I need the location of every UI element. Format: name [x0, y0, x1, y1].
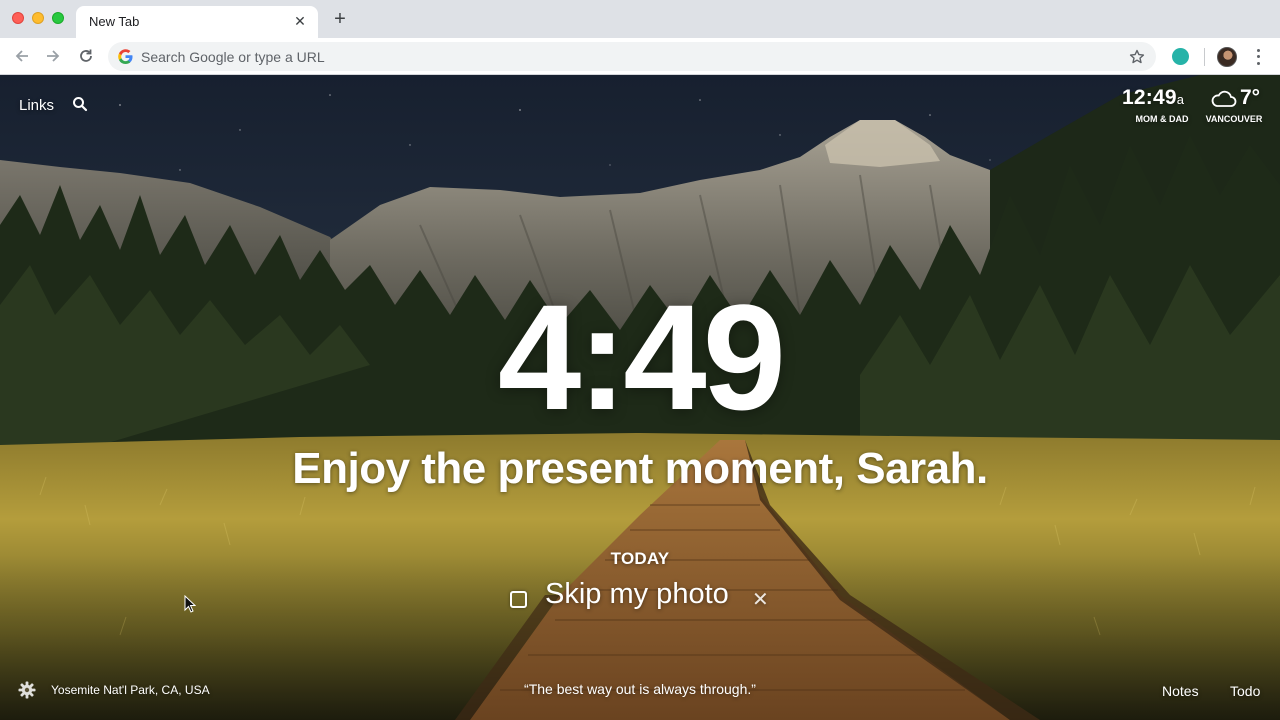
google-logo-icon	[118, 49, 133, 64]
browser-toolbar	[0, 38, 1280, 75]
world-clock-time: 12:49	[1122, 86, 1177, 109]
window-close-button[interactable]	[12, 12, 24, 24]
focus-task-text: Skip my photo	[545, 578, 729, 610]
focus-checkbox[interactable]	[510, 591, 527, 608]
tab-new-tab[interactable]: New Tab ✕	[76, 6, 318, 38]
notes-button[interactable]: Notes	[1162, 683, 1199, 699]
world-clock-label: MOM & DAD	[1135, 114, 1189, 124]
world-clock-ampm: a	[1176, 92, 1185, 107]
kebab-menu-icon[interactable]	[1252, 47, 1264, 67]
todo-button[interactable]: Todo	[1230, 683, 1260, 699]
weather-temperature[interactable]: 7°	[1240, 86, 1260, 110]
mouse-pointer-icon	[184, 595, 196, 613]
daily-quote[interactable]: “The best way out is always through.”	[0, 681, 1280, 697]
reload-icon[interactable]	[76, 46, 96, 66]
cloud-icon[interactable]	[1211, 90, 1237, 108]
toolbar-divider	[1204, 48, 1205, 66]
links-button[interactable]: Links	[19, 97, 54, 114]
search-icon[interactable]	[72, 96, 88, 112]
weather-location: VANCOUVER	[1205, 114, 1263, 124]
focus-heading: TODAY	[610, 549, 670, 568]
omnibox[interactable]	[108, 42, 1156, 71]
main-clock[interactable]: 4:49	[0, 282, 1280, 432]
delete-focus-icon[interactable]: ✕	[752, 590, 769, 610]
extension-icon[interactable]	[1172, 48, 1189, 65]
address-input[interactable]	[141, 42, 1101, 71]
star-icon[interactable]	[1128, 48, 1146, 66]
close-icon[interactable]: ✕	[292, 13, 308, 29]
greeting-text: Enjoy the present moment, Sarah.	[292, 444, 988, 493]
window-maximize-button[interactable]	[52, 12, 64, 24]
window-minimize-button[interactable]	[32, 12, 44, 24]
profile-avatar[interactable]	[1217, 47, 1237, 67]
arrow-left-icon[interactable]	[12, 46, 32, 66]
world-clock[interactable]: 12:49a	[1122, 86, 1184, 110]
tab-strip: New Tab ✕ +	[0, 0, 1280, 38]
tab-title: New Tab	[89, 14, 140, 29]
plus-icon[interactable]: +	[330, 9, 350, 29]
arrow-right-icon[interactable]	[43, 46, 63, 66]
